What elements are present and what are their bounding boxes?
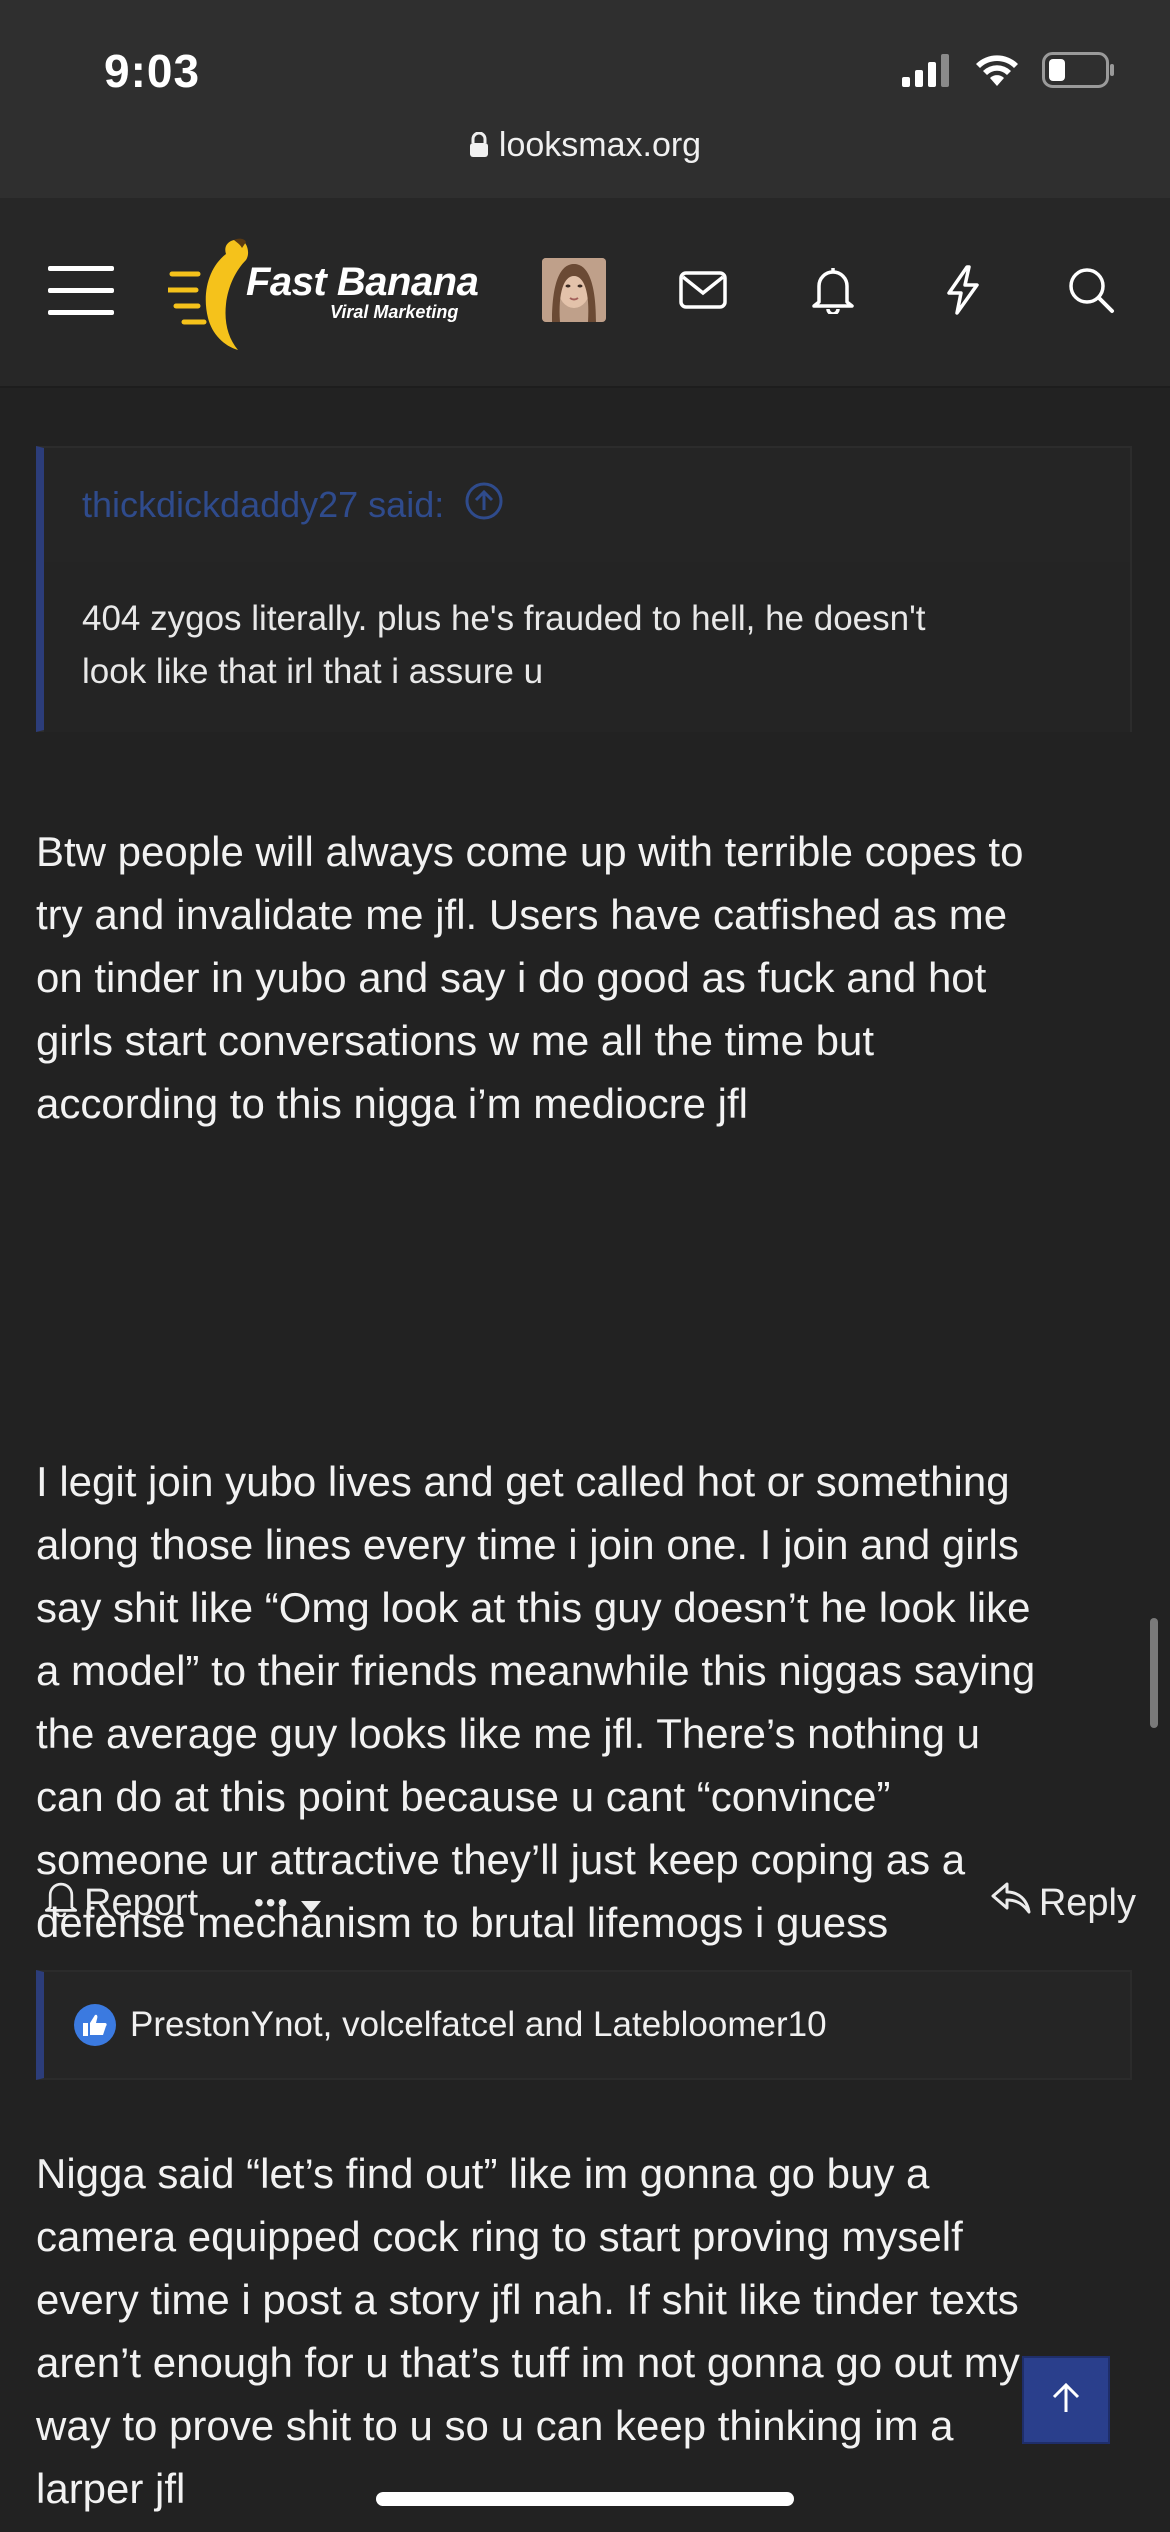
site-header: Fast Banana Viral Marketing [0,198,1170,388]
search-icon [1067,266,1115,319]
quote-block: thickdickdaddy27 said: 404 zygos literal… [36,446,1132,732]
whats-new-button[interactable] [926,198,1000,386]
post-paragraph: Nigga said “let’s find out” like im gonn… [36,2150,1020,2512]
lock-icon [469,128,489,167]
logo-subtitle: Viral Marketing [330,302,459,322]
arrow-up-circle-icon[interactable] [464,481,504,530]
quote-header[interactable]: thickdickdaddy27 said: [44,448,1130,562]
bell-icon [811,266,855,319]
mail-icon [679,270,727,314]
more-options-button[interactable]: ••• [254,1868,323,1938]
browser-chrome: 9:03 looksmax.org [0,0,1170,198]
report-label: Report [84,1881,199,1924]
scroll-to-top-button[interactable] [1022,2356,1110,2444]
address-bar[interactable]: looksmax.org [0,126,1170,167]
status-time: 9:03 [104,45,201,97]
status-icons [902,52,1116,93]
like-icon [74,2004,116,2046]
report-button[interactable]: Report [44,1868,198,1938]
inbox-button[interactable] [666,198,740,386]
reply-arrow-icon [991,1880,1031,1926]
bell-icon [44,1879,78,1927]
more-label: ••• [254,1887,290,1918]
wifi-icon [974,53,1020,92]
battery-icon [1042,52,1116,93]
logo-title: Fast Banana [246,260,479,304]
lightning-icon [945,264,981,320]
reactions-text: PrestonYnot, volcelfatcel and Latebloome… [130,2005,827,2044]
url-text: looksmax.org [498,126,702,164]
cellular-signal-icon [902,53,952,92]
alerts-button[interactable] [796,198,870,386]
caret-down-icon [299,1882,323,1925]
post-actions: Report ••• Reply [36,1868,1136,1938]
post-paragraph: Btw people will always come up with terr… [36,828,1024,1127]
reactions-bar[interactable]: PrestonYnot, volcelfatcel and Latebloome… [36,1970,1132,2080]
arrow-up-icon [1048,2380,1084,2421]
page: 9:03 looksmax.org Fast Banana Viral Mark… [0,0,1170,2532]
scrollbar[interactable] [1150,1618,1158,1728]
reply-label: Reply [1038,1881,1136,1924]
menu-button[interactable] [36,198,126,386]
quote-text: 404 zygos literally. plus he's frauded t… [44,562,1130,732]
avatar[interactable] [542,258,606,322]
home-indicator[interactable] [376,2492,794,2506]
reply-button[interactable]: Reply [991,1868,1136,1938]
menu-icon [48,264,114,321]
quote-author: thickdickdaddy27 said: [82,484,445,525]
search-button[interactable] [1054,198,1128,386]
